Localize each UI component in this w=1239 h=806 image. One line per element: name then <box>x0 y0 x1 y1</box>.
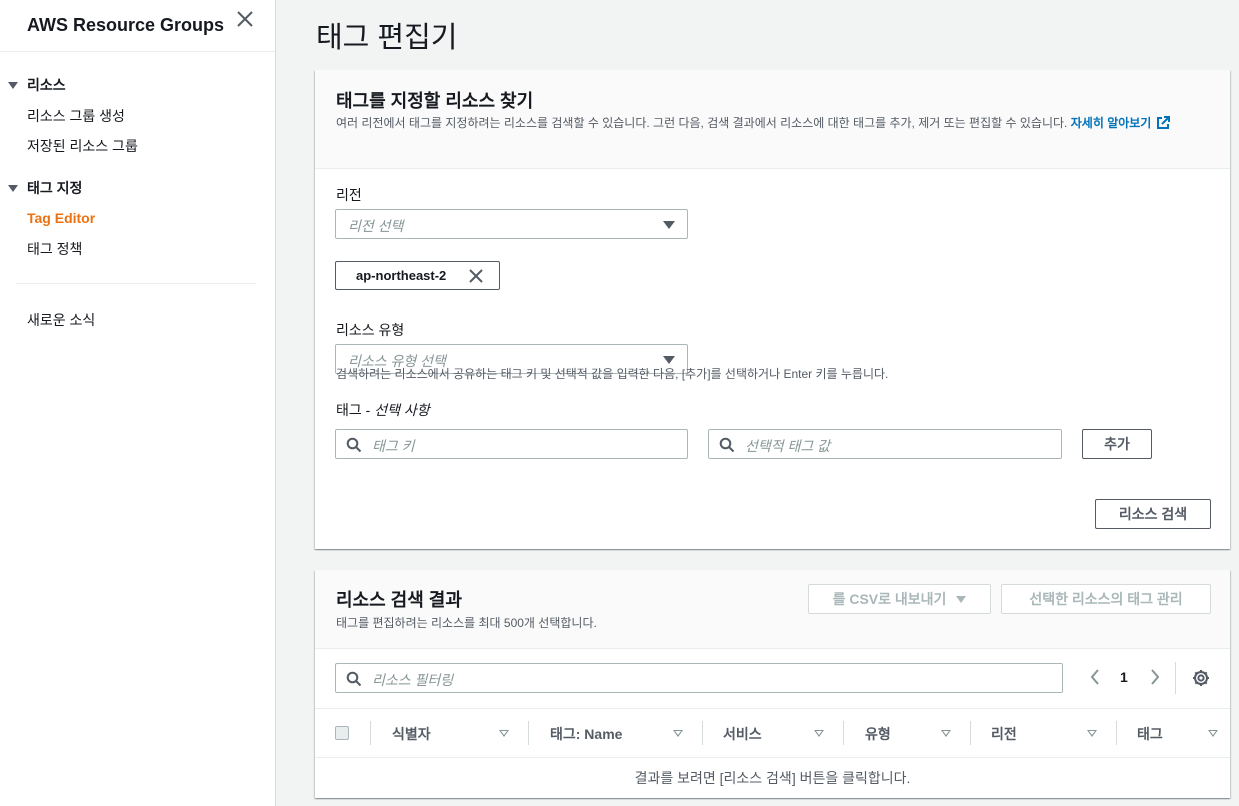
resource-filter-placeholder: 리소스 필터링 <box>372 672 454 688</box>
region-placeholder: 리전 선택 <box>348 218 404 234</box>
sort-icon[interactable] <box>673 730 683 737</box>
find-resources-panel: 태그를 지정할 리소스 찾기 여러 리전에서 태그를 지정하려는 리소스를 검색… <box>315 70 1230 549</box>
column-header-tags[interactable]: 태그 <box>1137 709 1163 758</box>
sort-icon[interactable] <box>814 730 824 737</box>
next-page-icon[interactable] <box>1149 668 1161 686</box>
column-divider <box>702 721 703 745</box>
tags-label-optional: 선택 사항 <box>374 402 430 418</box>
search-results-header: 리소스 검색 결과 태그를 편집하려는 리소스를 최대 500개 선택합니다. … <box>315 570 1230 649</box>
search-results-description: 태그를 편집하려는 리소스를 최대 500개 선택합니다. <box>336 616 597 630</box>
dropdown-arrow-icon <box>663 221 675 229</box>
manage-tags-button[interactable]: 선택한 리소스의 태그 관리 <box>1001 584 1211 614</box>
search-icon <box>346 437 362 453</box>
prev-page-icon[interactable] <box>1089 668 1101 686</box>
find-resources-description: 여러 리전에서 태그를 지정하려는 리소스를 검색할 수 있습니다. 그런 다음… <box>336 114 1216 132</box>
sidebar-divider <box>16 283 256 284</box>
sort-icon[interactable] <box>941 730 951 737</box>
column-header-region[interactable]: 리전 <box>991 709 1017 758</box>
sidebar-item-tag-editor[interactable]: Tag Editor <box>27 210 95 226</box>
sidebar-item-saved-resource-groups[interactable]: 저장된 리소스 그룹 <box>27 136 138 156</box>
sidebar-title[interactable]: AWS Resource Groups <box>27 15 224 36</box>
tag-hint-text: 검색하려는 리소스에서 공유하는 태그 키 및 선택적 값을 입력한 다음, [… <box>336 367 889 381</box>
gear-icon[interactable] <box>1192 669 1210 687</box>
sidebar-nav: AWS Resource Groups 리소스 리소스 그룹 생성 저장된 리소… <box>0 0 276 806</box>
results-table-header: 식별자 태그: Name 서비스 유형 리전 태그 <box>315 708 1230 758</box>
column-divider <box>1116 721 1117 745</box>
find-resources-title: 태그를 지정할 리소스 찾기 <box>336 91 534 111</box>
dropdown-arrow-icon <box>956 595 967 603</box>
search-results-title: 리소스 검색 결과 <box>336 590 462 610</box>
sidebar-item-create-resource-group[interactable]: 리소스 그룹 생성 <box>27 106 125 126</box>
resource-type-label: 리소스 유형 <box>336 322 405 338</box>
resource-filter-input[interactable]: 리소스 필터링 <box>335 663 1063 693</box>
export-csv-label: 를 CSV로 내보내기 <box>832 591 947 607</box>
page-number[interactable]: 1 <box>1120 669 1128 685</box>
export-csv-button[interactable]: 를 CSV로 내보내기 <box>808 584 991 614</box>
column-divider <box>970 721 971 745</box>
column-header-type[interactable]: 유형 <box>865 709 891 758</box>
sort-icon[interactable] <box>1087 730 1097 737</box>
region-token: ap-northeast-2 <box>335 261 500 290</box>
region-label: 리전 <box>336 187 362 203</box>
empty-results-message: 결과를 보려면 [리소스 검색] 버튼을 클릭합니다. <box>634 770 911 786</box>
learn-more-link[interactable]: 자세히 알아보기 <box>1071 116 1152 130</box>
tags-label: 태그 - 선택 사항 <box>336 400 430 420</box>
tag-value-placeholder: 선택적 태그 값 <box>745 438 831 454</box>
find-resources-header: 태그를 지정할 리소스 찾기 여러 리전에서 태그를 지정하려는 리소스를 검색… <box>315 70 1230 169</box>
sort-icon[interactable] <box>1208 730 1218 737</box>
column-header-tag-name[interactable]: 태그: Name <box>550 709 622 758</box>
remove-token-icon[interactable] <box>469 269 483 283</box>
column-divider <box>370 721 371 745</box>
search-resources-button[interactable]: 리소스 검색 <box>1095 499 1211 529</box>
select-all-checkbox[interactable] <box>335 726 349 740</box>
column-divider <box>843 721 844 745</box>
sidebar-item-whats-new[interactable]: 새로운 소식 <box>27 310 95 330</box>
caret-down-icon <box>8 81 18 89</box>
column-header-identifier[interactable]: 식별자 <box>392 709 431 758</box>
pager-divider <box>1175 662 1176 694</box>
column-divider <box>528 721 529 745</box>
sidebar-section-label: 리소스 <box>27 77 66 93</box>
region-select[interactable]: 리전 선택 <box>335 209 688 239</box>
search-results-panel: 리소스 검색 결과 태그를 편집하려는 리소스를 최대 500개 선택합니다. … <box>315 570 1230 798</box>
sidebar-section-resources[interactable]: 리소스 <box>8 75 66 95</box>
description-text: 여러 리전에서 태그를 지정하려는 리소스를 검색할 수 있습니다. 그런 다음… <box>336 116 1068 130</box>
tag-key-placeholder: 태그 키 <box>372 438 415 454</box>
search-icon <box>346 671 362 687</box>
tags-label-text: 태그 - <box>336 402 375 418</box>
add-tag-button[interactable]: 추가 <box>1082 429 1152 459</box>
sidebar-item-tag-policies[interactable]: 태그 정책 <box>27 239 82 259</box>
external-link-icon[interactable] <box>1156 116 1170 130</box>
caret-down-icon <box>8 184 18 192</box>
search-icon <box>719 437 735 453</box>
dropdown-arrow-icon <box>663 356 675 364</box>
tag-value-input[interactable]: 선택적 태그 값 <box>708 429 1062 459</box>
tag-key-input[interactable]: 태그 키 <box>335 429 688 459</box>
sidebar-section-label: 태그 지정 <box>27 180 83 196</box>
column-header-service[interactable]: 서비스 <box>723 709 762 758</box>
sort-icon[interactable] <box>499 730 509 737</box>
close-icon[interactable] <box>234 8 256 30</box>
region-token-label: ap-northeast-2 <box>356 268 447 283</box>
sidebar-section-tagging[interactable]: 태그 지정 <box>8 178 82 198</box>
page-title: 태그 편집기 <box>316 22 458 54</box>
